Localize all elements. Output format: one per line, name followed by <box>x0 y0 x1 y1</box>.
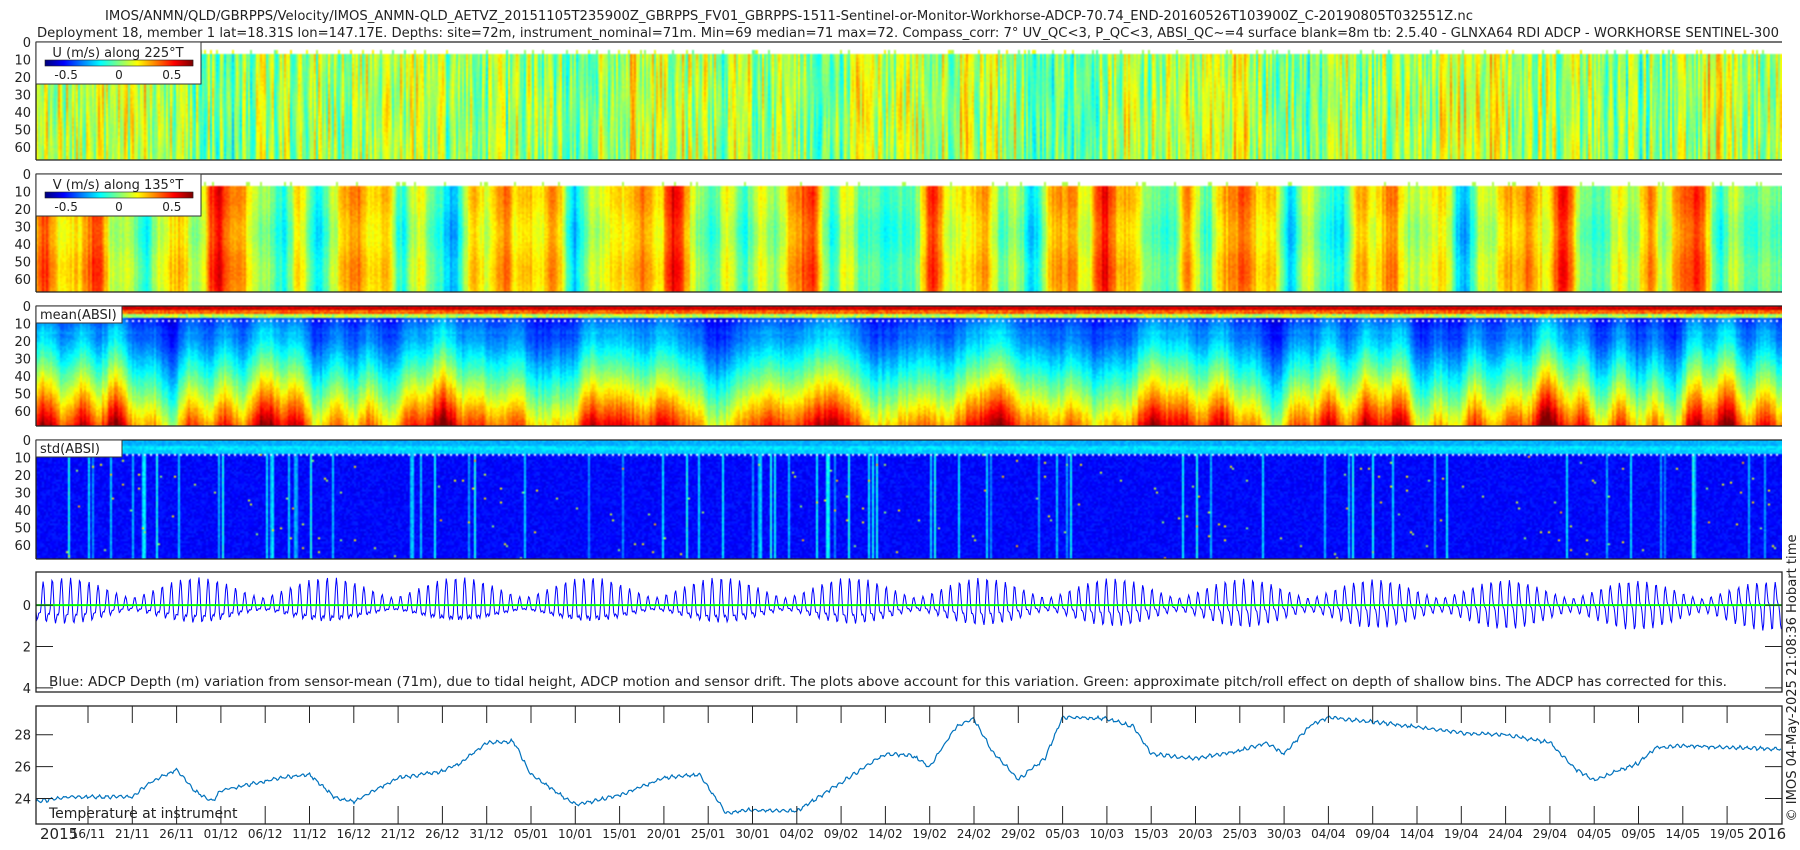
temperature-axes-box <box>35 705 1783 825</box>
y-tick-label: 24 <box>14 792 31 807</box>
x-tick-label: 25/03 <box>1223 827 1258 841</box>
x-tick-label: 10/03 <box>1090 827 1125 841</box>
y-tick-label: 0 <box>23 36 31 51</box>
y-tick-label: 20 <box>14 203 31 218</box>
depth-variation-panel: Blue: ADCP Depth (m) variation from sens… <box>23 571 1783 697</box>
y-tick-label: 40 <box>14 504 31 519</box>
colorbar-tick-label: 0.5 <box>162 200 181 214</box>
y-tick-label: 30 <box>14 487 31 502</box>
credit-text: © IMOS 04-May-2025 21:08:36 Hobart time <box>1785 535 1800 822</box>
y-tick-label: 0 <box>23 434 31 449</box>
temperature-label: Temperature at instrument <box>48 806 238 822</box>
temperature-panel: Temperature at instrument 24 26 28 <box>14 705 1783 825</box>
x-tick-label: 14/05 <box>1666 827 1701 841</box>
y-tick-label: 20 <box>14 469 31 484</box>
title-line-2: Deployment 18, member 1 lat=18.31S lon=1… <box>37 26 1779 41</box>
x-tick-label: 04/04 <box>1311 827 1346 841</box>
x-tick-label: 06/12 <box>248 827 283 841</box>
y-tick-label: 20 <box>14 335 31 350</box>
x-tick-label: 16/12 <box>337 827 372 841</box>
x-tick-label: 19/04 <box>1444 827 1479 841</box>
y-tick-label: 30 <box>14 89 31 104</box>
x-tick-label: 04/05 <box>1577 827 1612 841</box>
y-tick-label: 2 <box>23 640 31 655</box>
y-tick-label: 26 <box>14 761 31 776</box>
y-tick-label: 30 <box>14 353 31 368</box>
x-tick-label: 20/03 <box>1178 827 1213 841</box>
colorbar-tick-label: -0.5 <box>54 200 77 214</box>
y-tick-label: 60 <box>14 539 31 554</box>
y-tick-label: 10 <box>14 318 31 333</box>
depth-axes-box <box>35 571 1783 693</box>
x-tick-label: 24/02 <box>957 827 992 841</box>
legend-title: V (m/s) along 135°T <box>53 178 184 193</box>
legend-title: U (m/s) along 225°T <box>52 46 183 61</box>
x-tick-label: 21/11 <box>115 827 150 841</box>
x-tick-label: 26/11 <box>159 827 194 841</box>
y-tick-label: 60 <box>14 405 31 420</box>
x-tick-label: 01/12 <box>204 827 239 841</box>
x-tick-label: 15/03 <box>1134 827 1169 841</box>
y-tick-label: 20 <box>14 71 31 86</box>
y-tick-label: 0 <box>23 168 31 183</box>
x-tick-label: 10/01 <box>558 827 593 841</box>
y-tick-label: 10 <box>14 186 31 201</box>
depth-variation-line <box>35 577 1782 631</box>
x-tick-label: 19/02 <box>912 827 947 841</box>
x-tick-label: 30/03 <box>1267 827 1302 841</box>
colorbar-tick-label: -0.5 <box>54 68 77 82</box>
y-tick-label: 0 <box>23 300 31 315</box>
y-tick-label: 50 <box>14 124 31 139</box>
x-tick-label: 15/01 <box>602 827 637 841</box>
x-tick-label: 30/01 <box>735 827 770 841</box>
end-year-label: 2016 <box>1748 825 1786 843</box>
figure: IMOS/ANMN/QLD/GBRPPS/Velocity/IMOS_ANMN-… <box>0 0 1800 850</box>
x-tick-label: 09/04 <box>1355 827 1390 841</box>
y-tick-label: 10 <box>14 452 31 467</box>
x-tick-label: 24/04 <box>1488 827 1523 841</box>
colorbar-tick-label: 0 <box>115 68 123 82</box>
temperature-line <box>35 714 1782 815</box>
colorbar-tick-label: 0 <box>115 200 123 214</box>
y-tick-label: 50 <box>14 522 31 537</box>
x-tick-label: 20/01 <box>647 827 682 841</box>
x-tick-label: 31/12 <box>469 827 504 841</box>
y-tick-label: 10 <box>14 54 31 69</box>
overlay: IMOS/ANMN/QLD/GBRPPS/Velocity/IMOS_ANMN-… <box>14 9 1800 843</box>
y-tick-label: 40 <box>14 370 31 385</box>
y-tick-label: 0 <box>23 599 31 614</box>
y-tick-label: 50 <box>14 256 31 271</box>
y-tick-label: 60 <box>14 273 31 288</box>
panel-label: std(ABSI) <box>40 442 100 457</box>
y-tick-label: 50 <box>14 388 31 403</box>
x-tick-label: 09/05 <box>1621 827 1656 841</box>
x-tick-label: 09/02 <box>824 827 859 841</box>
y-tick-label: 30 <box>14 221 31 236</box>
x-tick-label: 25/01 <box>691 827 726 841</box>
x-tick-label: 21/12 <box>381 827 416 841</box>
panel-label: mean(ABSI) <box>40 308 117 323</box>
start-year-label: 2015 <box>40 825 78 843</box>
y-tick-label: 4 <box>23 682 31 697</box>
x-tick-label: 14/04 <box>1400 827 1435 841</box>
y-tick-label: 40 <box>14 238 31 253</box>
x-tick-label: 11/12 <box>292 827 327 841</box>
x-tick-label: 04/02 <box>780 827 815 841</box>
x-tick-label: 19/05 <box>1710 827 1745 841</box>
colorbar-tick-label: 0.5 <box>162 68 181 82</box>
x-tick-label: 05/01 <box>514 827 549 841</box>
depth-annotation: Blue: ADCP Depth (m) variation from sens… <box>49 675 1727 690</box>
y-tick-label: 28 <box>14 729 31 744</box>
x-tick-label: 26/12 <box>425 827 460 841</box>
title-line-1: IMOS/ANMN/QLD/GBRPPS/Velocity/IMOS_ANMN-… <box>105 9 1473 24</box>
x-tick-label: 29/04 <box>1533 827 1568 841</box>
y-tick-label: 60 <box>14 141 31 156</box>
x-tick-label: 05/03 <box>1045 827 1080 841</box>
x-tick-label: 29/02 <box>1001 827 1036 841</box>
y-tick-label: 40 <box>14 106 31 121</box>
x-tick-label: 14/02 <box>868 827 903 841</box>
